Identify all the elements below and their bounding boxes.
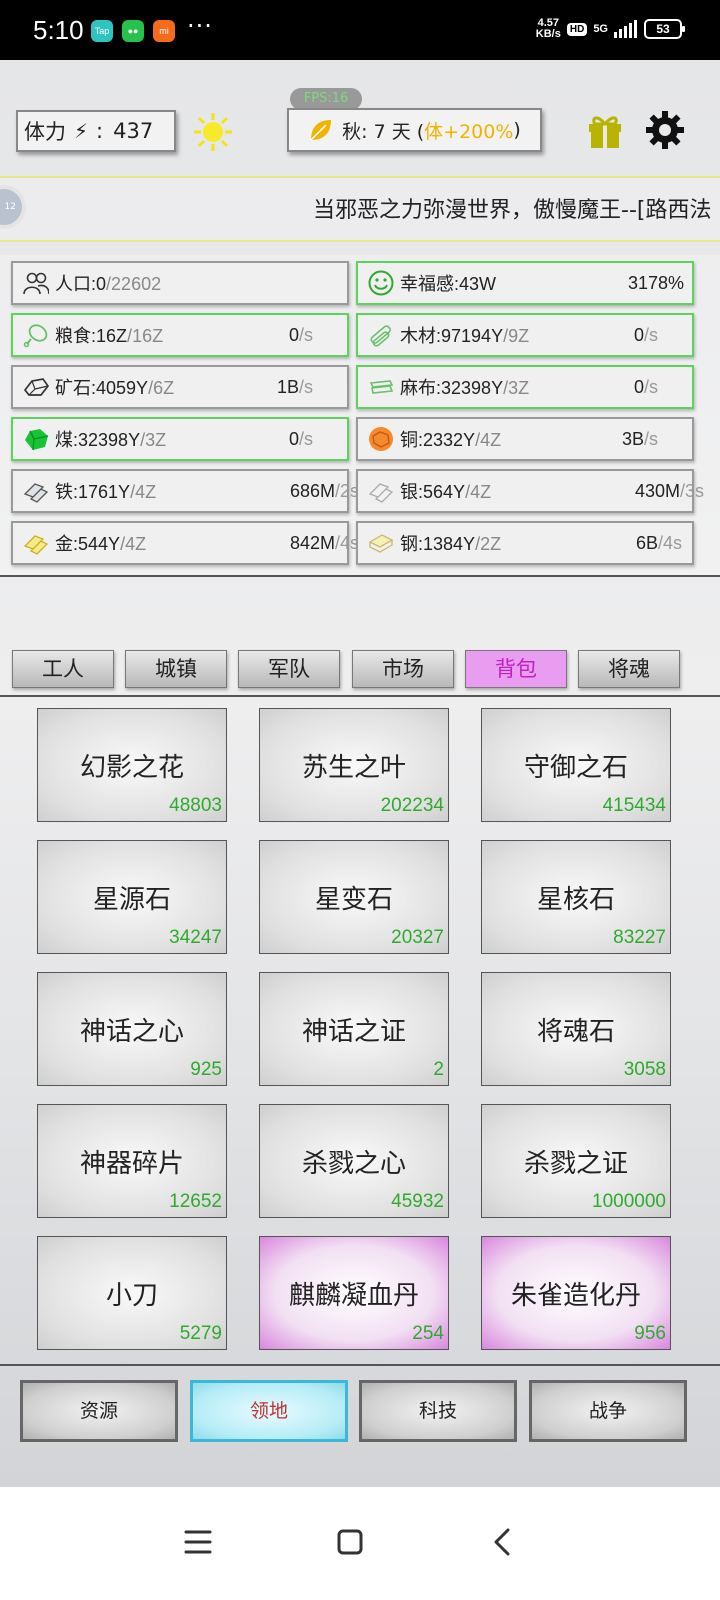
resource-copper[interactable]: 铜:2332Y/4Z 3B/s xyxy=(356,417,694,461)
cloth-icon xyxy=(369,380,394,394)
coal-icon xyxy=(25,429,49,451)
status-time: 5:10 xyxy=(33,15,84,45)
item-card[interactable]: 神话之心 925 xyxy=(37,972,227,1086)
resource-silver[interactable]: 银:564Y/4Z 430M/3s xyxy=(356,469,704,513)
resource-wood[interactable]: 木材:97194Y/9Z 0/s xyxy=(356,313,694,357)
tab-general-soul[interactable]: 将魂 xyxy=(578,650,680,688)
network-type: 5G xyxy=(593,23,608,35)
menu-icon[interactable] xyxy=(178,1522,218,1562)
gear-icon[interactable] xyxy=(645,110,685,150)
resource-cloth[interactable]: 麻布:32398Y/3Z 0/s xyxy=(356,365,694,409)
system-navigation-bar xyxy=(0,1487,720,1600)
resource-happiness[interactable]: 幸福感:43W 3178% xyxy=(356,261,694,305)
resource-food[interactable]: 粮食:16Z/16Z 0/s xyxy=(11,313,349,357)
steel-icon xyxy=(368,534,394,553)
taptap-icon: Tap xyxy=(91,20,113,42)
signal-icon xyxy=(614,20,637,38)
battery-icon: 53 xyxy=(644,19,685,39)
season-bonus: 体+200% xyxy=(424,120,514,143)
stamina-display[interactable]: 体力 ⚡ : 437 xyxy=(16,110,176,152)
item-card[interactable]: 神器碎片 12652 xyxy=(37,1104,227,1218)
resource-population[interactable]: 人口:0/22602 xyxy=(11,261,349,305)
wood-icon xyxy=(370,325,391,347)
iron-icon xyxy=(23,483,49,503)
resource-steel[interactable]: 钢:1384Y/2Z 6B/4s xyxy=(356,521,694,565)
item-card[interactable]: 杀戮之证 1000000 xyxy=(481,1104,671,1218)
ore-icon xyxy=(23,378,49,396)
season-text: 秋: 7 天 ( xyxy=(342,120,425,143)
nav-resources-button[interactable]: 资源 xyxy=(20,1380,178,1442)
avatar[interactable]: 12 xyxy=(0,185,26,229)
item-card[interactable]: 星变石 20327 xyxy=(259,840,449,954)
gift-icon[interactable] xyxy=(585,110,625,150)
item-card[interactable]: 苏生之叶 202234 xyxy=(259,708,449,822)
lightning-icon: ⚡ xyxy=(74,119,89,143)
game-screen: FPS:16 体力 ⚡ : 437 秋: 7 天 (体+200%) 12 当邪恶… xyxy=(0,60,720,1487)
stamina-value: 437 xyxy=(113,119,154,143)
resource-iron[interactable]: 铁:1761Y/4Z 686M/2s xyxy=(11,469,359,513)
item-card[interactable]: 小刀 5279 xyxy=(37,1236,227,1350)
fps-counter: FPS:16 xyxy=(290,88,362,110)
resource-ore[interactable]: 矿石:4059Y/6Z 1B/s xyxy=(11,365,349,409)
stamina-separator: : xyxy=(96,119,104,143)
copper-icon xyxy=(369,427,393,451)
item-card[interactable]: 麒麟凝血丹 254 xyxy=(259,1236,449,1350)
gold-icon xyxy=(23,535,49,555)
nav-tech-button[interactable]: 科技 xyxy=(359,1380,517,1442)
bottom-nav: 资源 领地 科技 战争 xyxy=(0,1364,720,1486)
tab-workers[interactable]: 工人 xyxy=(12,650,114,688)
xiaomi-icon: mi xyxy=(153,20,175,42)
meat-icon xyxy=(23,324,48,348)
nav-territory-button[interactable]: 领地 xyxy=(190,1380,348,1442)
back-icon[interactable] xyxy=(483,1522,523,1562)
status-bar: 5:10 Tap ●● mi ··· 4.57 KB/s HD 5G 53 xyxy=(0,0,720,60)
category-tabs: 工人 城镇 军队 市场 背包 将魂 xyxy=(0,650,720,697)
stamina-label: 体力 xyxy=(24,120,66,144)
marquee-text: 当邪恶之力弥漫世界，傲慢魔王--[路西法 xyxy=(313,198,712,223)
status-indicators: 4.57 KB/s HD 5G 53 xyxy=(535,17,685,40)
tab-market[interactable]: 市场 xyxy=(352,650,454,688)
resource-coal[interactable]: 煤:32398Y/3Z 0/s xyxy=(11,417,349,461)
hd-icon: HD xyxy=(566,22,588,36)
item-card[interactable]: 神话之证 2 xyxy=(259,972,449,1086)
item-card[interactable]: 星核石 83227 xyxy=(481,840,671,954)
item-card[interactable]: 幻影之花 48803 xyxy=(37,708,227,822)
announcement-marquee: 12 当邪恶之力弥漫世界，傲慢魔王--[路西法 xyxy=(0,176,720,242)
item-card[interactable]: 将魂石 3058 xyxy=(481,972,671,1086)
season-display[interactable]: 秋: 7 天 (体+200%) xyxy=(287,108,542,152)
home-icon[interactable] xyxy=(330,1522,370,1562)
sun-icon xyxy=(194,113,232,151)
more-notifications-icon: ··· xyxy=(187,12,213,40)
tab-army[interactable]: 军队 xyxy=(238,650,340,688)
item-card[interactable]: 守御之石 415434 xyxy=(481,708,671,822)
item-card[interactable]: 星源石 34247 xyxy=(37,840,227,954)
item-card[interactable]: 杀戮之心 45932 xyxy=(259,1104,449,1218)
nav-war-button[interactable]: 战争 xyxy=(529,1380,687,1442)
tab-backpack[interactable]: 背包 xyxy=(465,650,567,688)
smile-icon xyxy=(368,270,394,296)
tab-town[interactable]: 城镇 xyxy=(125,650,227,688)
silver-icon xyxy=(368,483,394,503)
net-speed: 4.57 KB/s xyxy=(535,17,561,40)
leaf-icon xyxy=(310,120,332,141)
people-icon xyxy=(23,272,49,295)
wechat-icon: ●● xyxy=(122,20,144,42)
resource-panel: 人口:0/22602 幸福感:43W 3178% 粮食:16Z/16Z 0/s xyxy=(0,255,720,577)
season-close: ) xyxy=(513,119,521,141)
item-card[interactable]: 朱雀造化丹 956 xyxy=(481,1236,671,1350)
resource-gold[interactable]: 金:544Y/4Z 842M/4s xyxy=(11,521,359,565)
